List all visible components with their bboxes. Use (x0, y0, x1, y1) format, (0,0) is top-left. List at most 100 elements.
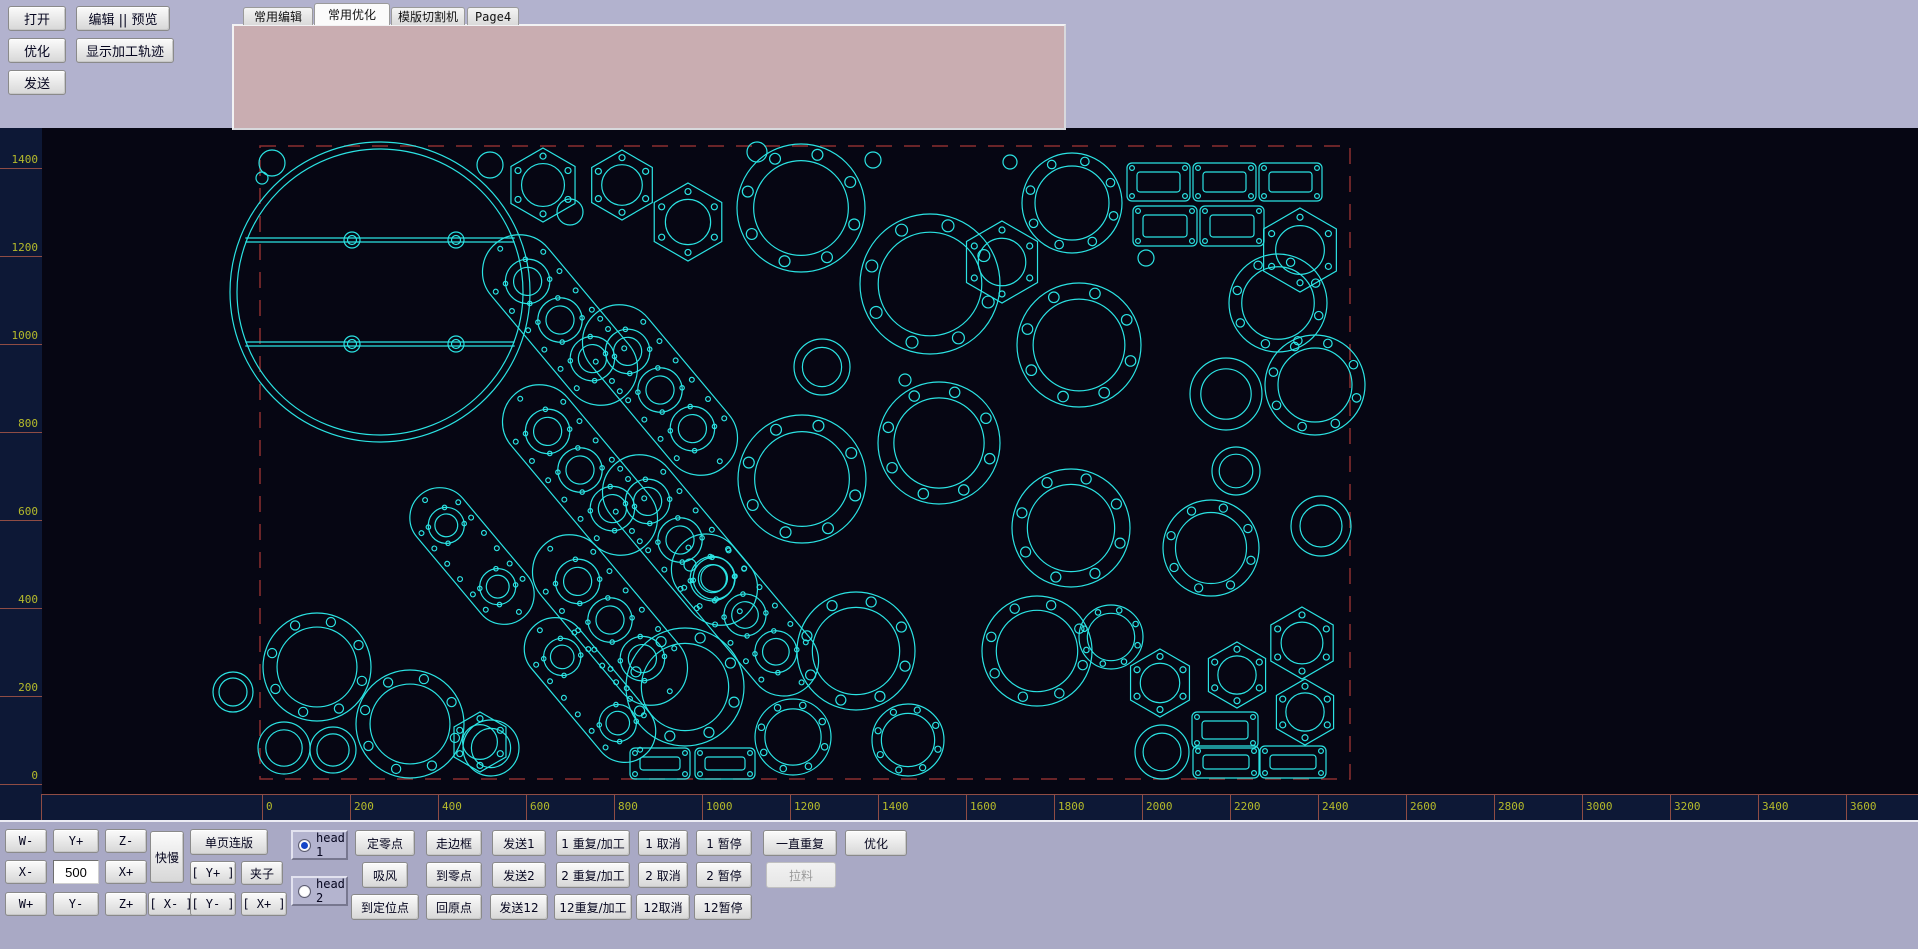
btn-suction[interactable]: 吸风 (362, 862, 408, 888)
part-ring[interactable] (463, 720, 519, 776)
part-rect-gasket[interactable] (1192, 712, 1258, 748)
radio-head-2-radio[interactable] (298, 885, 311, 898)
btn-w-plus[interactable]: W+ (5, 892, 47, 916)
part-circle[interactable] (899, 374, 911, 386)
part-hex-flange[interactable] (511, 148, 575, 222)
btn-fast-slow[interactable]: 快慢 (150, 831, 184, 883)
btn-z-minus[interactable]: Z- (105, 829, 147, 853)
part-hex-flange[interactable] (1271, 607, 1333, 679)
part-flange[interactable] (878, 382, 1000, 504)
part-obround[interactable] (517, 520, 702, 721)
part-flange[interactable] (737, 144, 865, 272)
part-flange[interactable] (755, 699, 831, 775)
btn-repeat-12[interactable]: 12重复/加工 (554, 894, 632, 920)
part-ring[interactable] (1135, 725, 1189, 779)
btn-y-plus[interactable]: Y+ (53, 829, 99, 853)
part-ring[interactable] (1212, 447, 1260, 495)
part-flange[interactable] (356, 670, 464, 778)
btn-edit-preview[interactable]: 编辑 || 预览 (76, 6, 170, 31)
part-drum[interactable] (230, 142, 530, 442)
btn-send-1[interactable]: 发送1 (492, 830, 546, 856)
part-circle[interactable] (256, 172, 268, 184)
part-rect-gasket[interactable] (1193, 746, 1259, 778)
tab-template-cutter[interactable]: 模版切割机 (391, 7, 465, 25)
part-ring[interactable] (1190, 358, 1262, 430)
part-rect-gasket[interactable] (1133, 206, 1197, 246)
part-flange[interactable] (738, 415, 866, 543)
btn-x-minus[interactable]: X- (5, 860, 47, 884)
part-obround[interactable] (657, 520, 833, 711)
btn-set-zero[interactable]: 定零点 (355, 830, 415, 856)
part-circle[interactable] (1138, 250, 1154, 266)
part-hex-flange[interactable] (1208, 642, 1265, 708)
part-obround[interactable] (398, 475, 547, 636)
drawing-canvas[interactable] (42, 128, 1918, 794)
btn-send-12[interactable]: 发送12 (490, 894, 548, 920)
part-flange[interactable] (1229, 254, 1327, 352)
radio-head-1[interactable]: head 1 (291, 830, 348, 860)
part-hex-flange[interactable] (1131, 649, 1190, 717)
part-ring[interactable] (1291, 496, 1351, 556)
part-rect-gasket[interactable] (1259, 163, 1322, 201)
part-circle[interactable] (865, 152, 881, 168)
part-flange[interactable] (982, 596, 1092, 706)
part-circle[interactable] (1003, 155, 1017, 169)
part-flange[interactable] (1079, 605, 1143, 669)
radio-head-2[interactable]: head 2 (291, 876, 348, 906)
btn-x-minus-step[interactable]: [ X- ] (148, 892, 194, 916)
radio-head-1-radio[interactable] (298, 839, 311, 852)
btn-x-plus[interactable]: X+ (105, 860, 147, 884)
btn-optimize[interactable]: 优化 (8, 38, 66, 63)
part-ring[interactable] (794, 339, 850, 395)
part-flange[interactable] (860, 214, 1000, 354)
btn-y-minus-step[interactable]: [ Y- ] (190, 892, 236, 916)
part-rect-gasket[interactable] (1260, 746, 1326, 778)
part-flange[interactable] (1022, 153, 1122, 253)
btn-y-minus[interactable]: Y- (53, 892, 99, 916)
btn-w-minus[interactable]: W- (5, 829, 47, 853)
btn-open[interactable]: 打开 (8, 6, 66, 31)
btn-pause-1[interactable]: 1 暂停 (696, 830, 752, 856)
btn-back-origin[interactable]: 回原点 (426, 894, 482, 920)
part-flange[interactable] (1012, 469, 1130, 587)
tab-common-edit[interactable]: 常用编辑 (243, 7, 313, 25)
btn-to-zero[interactable]: 到零点 (426, 862, 482, 888)
btn-x-plus-step[interactable]: [ X+ ] (241, 892, 287, 916)
btn-repeat-1[interactable]: 1 重复/加工 (556, 830, 630, 856)
btn-walk-frame[interactable]: 走边框 (426, 830, 482, 856)
part-circle[interactable] (747, 142, 767, 162)
part-hex-flange[interactable] (592, 150, 653, 220)
tab-common-optimize[interactable]: 常用优化 (314, 3, 390, 25)
part-rect-gasket[interactable] (1193, 163, 1256, 201)
part-rect-gasket[interactable] (1127, 163, 1190, 201)
part-circle[interactable] (477, 152, 503, 178)
btn-to-locate-point[interactable]: 到定位点 (351, 894, 419, 920)
part-flange[interactable] (263, 613, 371, 721)
part-rect-gasket[interactable] (695, 748, 755, 779)
part-hex-flange[interactable] (1264, 208, 1337, 292)
part-ring[interactable] (310, 727, 356, 773)
btn-repeat-forever[interactable]: 一直重复 (763, 830, 837, 856)
btn-clamp[interactable]: 夹子 (241, 861, 283, 885)
btn-single-page-nest[interactable]: 单页连版 (190, 829, 268, 855)
btn-pause-2[interactable]: 2 暂停 (696, 862, 752, 888)
part-ring[interactable] (258, 722, 310, 774)
part-ring[interactable] (213, 672, 253, 712)
part-flange[interactable] (1017, 283, 1141, 407)
part-rect-gasket[interactable] (1200, 206, 1264, 246)
jog-step-input[interactable] (53, 860, 99, 884)
part-hex-flange[interactable] (1276, 679, 1333, 745)
part-flange[interactable] (1163, 500, 1259, 596)
part-flange[interactable] (797, 592, 915, 710)
part-hex-flange[interactable] (654, 183, 722, 261)
btn-send-2[interactable]: 发送2 (492, 862, 546, 888)
btn-show-track[interactable]: 显示加工轨迹 (76, 38, 174, 63)
btn-y-plus-step[interactable]: [ Y+ ] (190, 861, 236, 885)
btn-pause-12[interactable]: 12暂停 (694, 894, 752, 920)
btn-z-plus[interactable]: Z+ (105, 892, 147, 916)
tab-page4[interactable]: Page4 (467, 7, 519, 25)
btn-cancel-12[interactable]: 12取消 (636, 894, 690, 920)
btn-cancel-1[interactable]: 1 取消 (638, 830, 688, 856)
btn-cancel-2[interactable]: 2 取消 (638, 862, 688, 888)
part-flange[interactable] (872, 704, 944, 776)
